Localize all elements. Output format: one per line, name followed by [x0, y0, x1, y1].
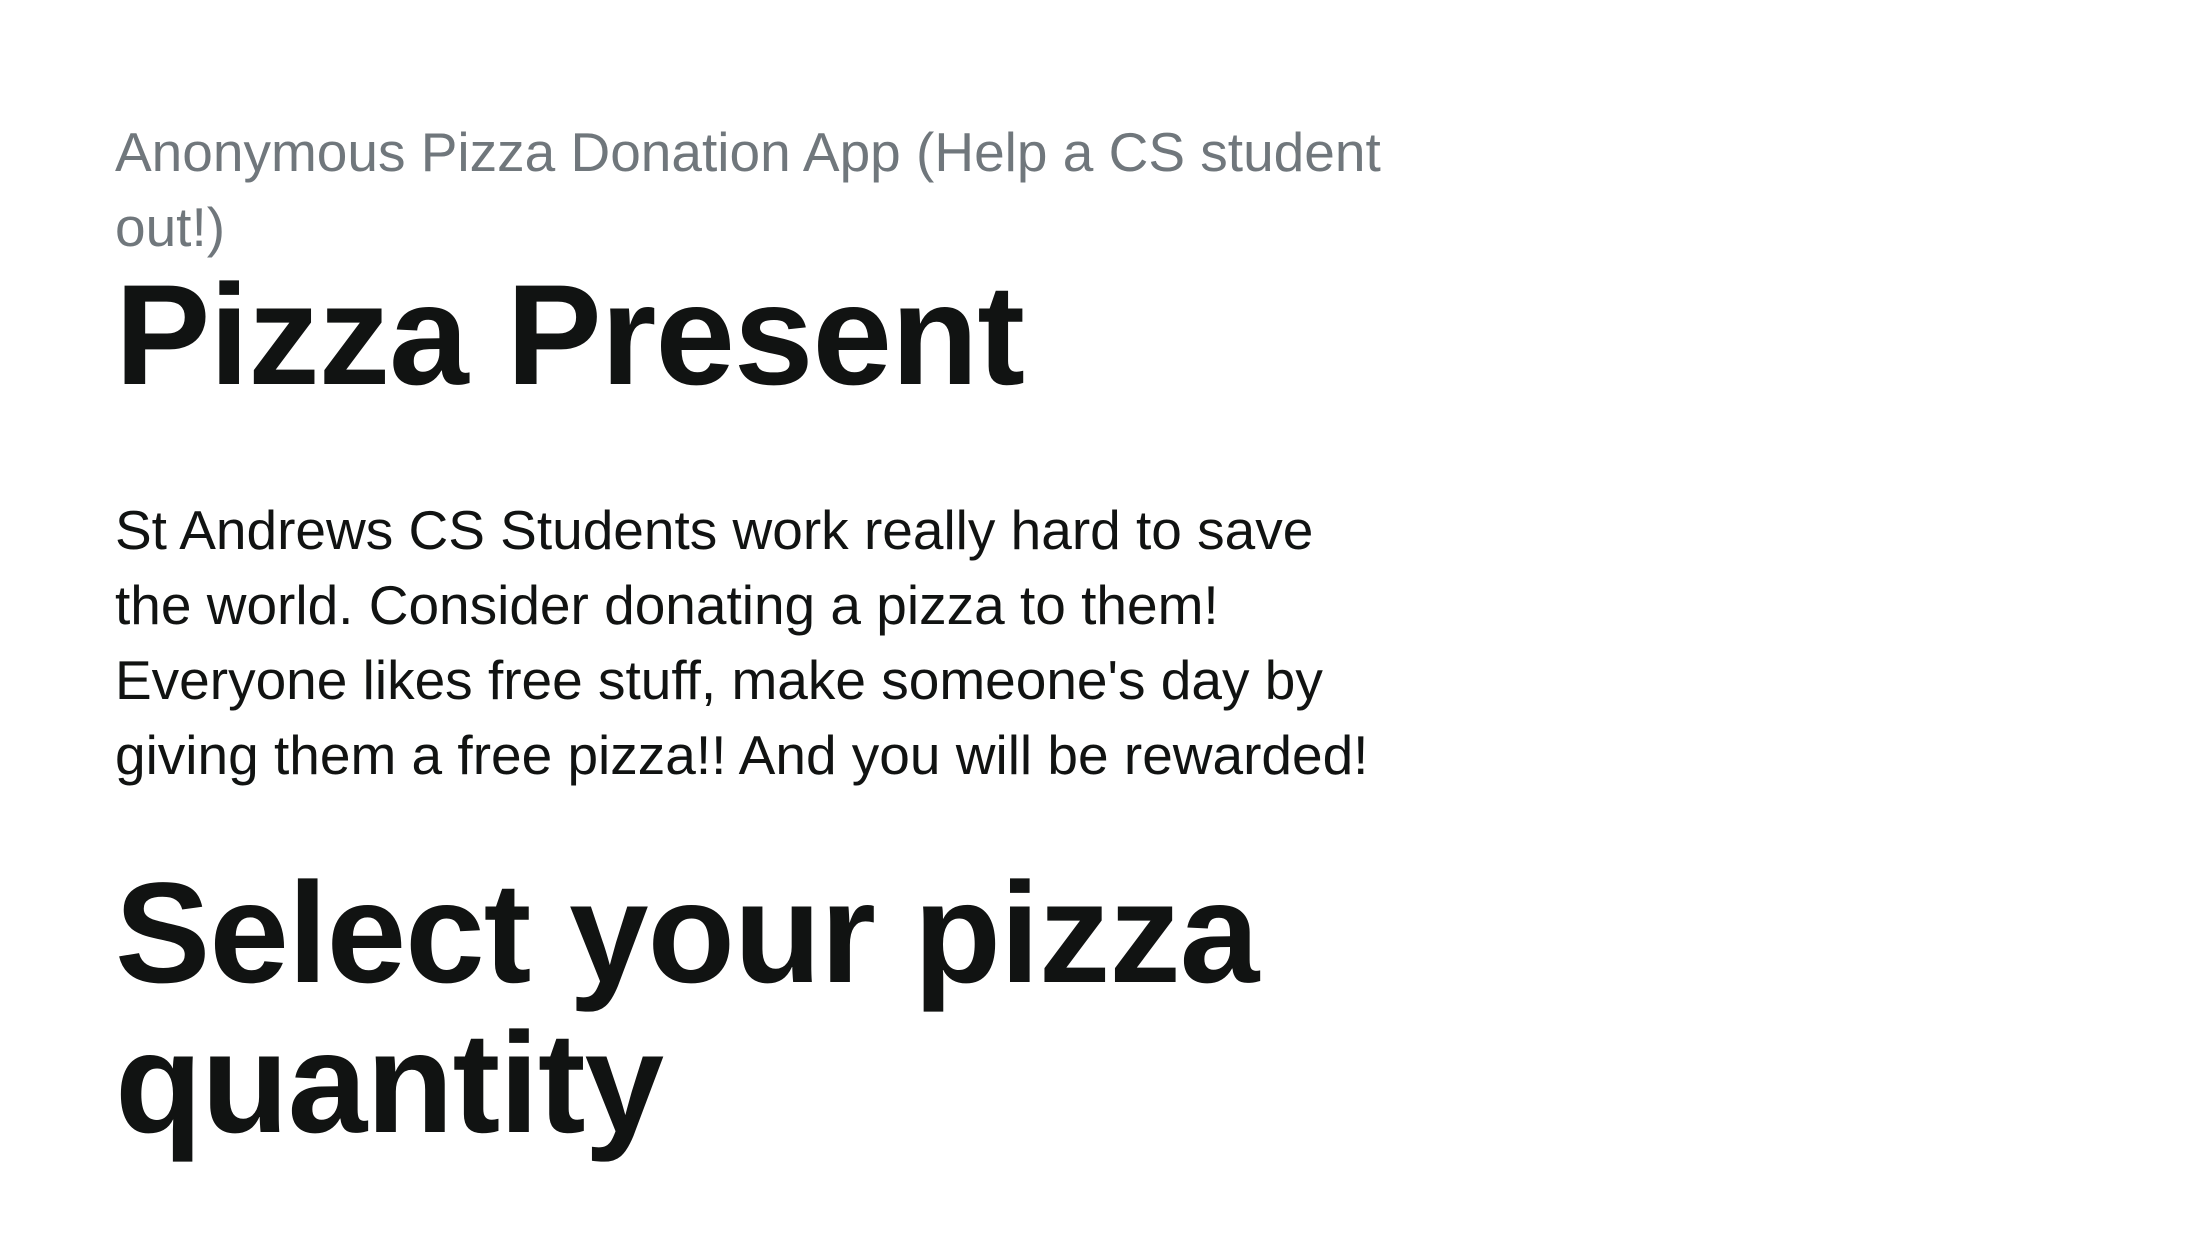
app-subtitle: Anonymous Pizza Donation App (Help a CS …	[115, 121, 1381, 258]
main-content: Anonymous Pizza Donation App (Help a CS …	[115, 115, 1405, 1159]
pizza-quantity-heading: Select your pizza quantity	[115, 854, 1259, 1163]
page: Anonymous Pizza Donation App (Help a CS …	[0, 0, 2208, 1242]
intro-paragraph: St Andrews CS Students work really hard …	[115, 499, 1369, 786]
page-title: Pizza Present	[115, 256, 1025, 415]
